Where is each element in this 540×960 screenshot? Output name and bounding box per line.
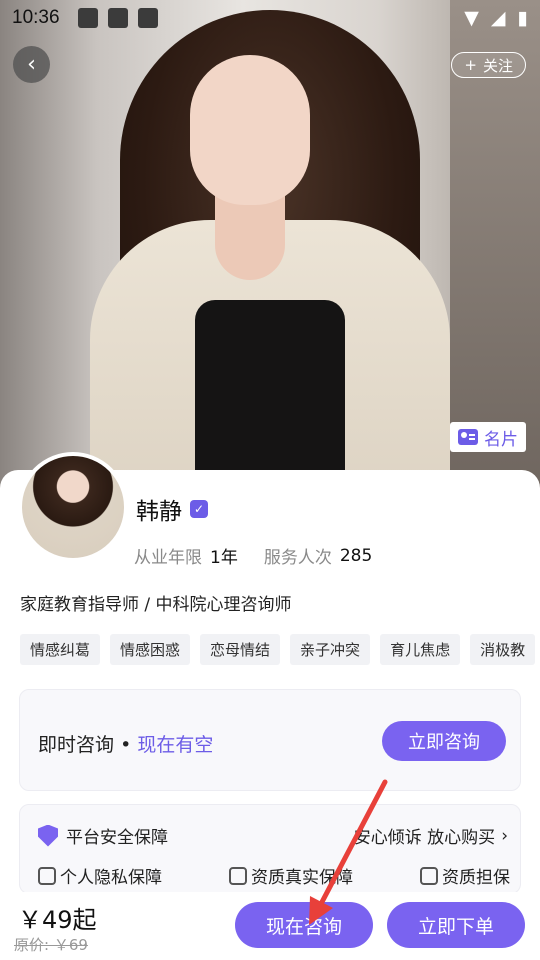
- guarantee-slogan: 安心倾诉 放心购买: [353, 828, 496, 848]
- instant-consult-button[interactable]: 立即咨询: [382, 721, 506, 761]
- consult-separator: •: [120, 734, 132, 756]
- photo-face: [190, 55, 310, 205]
- notification-icons: [77, 8, 158, 28]
- served-label: 服务人次: [263, 548, 332, 568]
- order-now-button[interactable]: 立即下单: [387, 902, 525, 948]
- shield-icon: [38, 824, 58, 847]
- business-card-label: 名片: [484, 429, 518, 450]
- specialty-tag[interactable]: 育儿焦虑: [380, 634, 461, 665]
- current-price: ￥49起: [18, 906, 97, 934]
- chevron-left-icon: ‹: [27, 52, 36, 77]
- consult-now-button[interactable]: 现在咨询: [235, 902, 373, 948]
- specialty-tag[interactable]: 情感纠葛: [20, 634, 101, 665]
- instant-consult-label: 即时咨询 • 现在有空: [38, 730, 213, 757]
- handshake-icon: [420, 866, 438, 885]
- consult-label-text: 即时咨询: [38, 734, 115, 756]
- app-icon: [137, 8, 158, 28]
- counselor-name: 韩静: [136, 499, 182, 525]
- verified-icon: ✓: [190, 500, 208, 518]
- counselor-title: 家庭教育指导师 / 中科院心理咨询师: [20, 595, 292, 615]
- specialty-tag[interactable]: 消极教: [470, 634, 536, 665]
- text-icon: [107, 8, 128, 28]
- guarantee-item-label: 资质真实保障: [251, 868, 353, 888]
- guarantee-item: 个人隐私保障: [38, 863, 162, 888]
- lock-icon: [38, 866, 56, 885]
- original-price: 原价: ￥69: [14, 936, 88, 954]
- guarantee-item: 资质真实保障: [229, 863, 353, 888]
- counselor-name-row: 韩静 ✓: [136, 492, 208, 526]
- specialty-tags: 情感纠葛 情感困惑 恋母情结 亲子冲突 育儿焦虑 消极教: [20, 634, 540, 665]
- contact-card-icon: [458, 429, 478, 445]
- battery-icon: ▮: [517, 7, 528, 29]
- plus-icon: +: [464, 56, 477, 74]
- specialty-tag[interactable]: 情感困惑: [110, 634, 191, 665]
- years-value: 1年: [210, 548, 238, 568]
- system-icons: ▼ ◢ ▮: [464, 7, 528, 29]
- availability-status: 现在有空: [137, 734, 214, 756]
- status-bar: 10:36 ▼ ◢ ▮: [0, 0, 540, 36]
- avatar[interactable]: [18, 452, 128, 562]
- guarantee-title: 平台安全保障: [66, 828, 168, 848]
- follow-label: 关注: [482, 56, 513, 75]
- bottom-action-bar: ￥49起 原价: ￥69 现在咨询 立即下单: [0, 892, 540, 960]
- signal-icon: ◢: [490, 7, 506, 29]
- guarantee-link[interactable]: 安心倾诉 放心购买 ›: [353, 823, 508, 849]
- guarantee-heading: 平台安全保障: [38, 823, 168, 848]
- status-time: 10:36: [12, 7, 60, 28]
- years-label: 从业年限: [134, 548, 202, 568]
- specialty-tag[interactable]: 亲子冲突: [290, 634, 371, 665]
- chevron-right-icon: ›: [501, 825, 508, 846]
- wifi-icon: ▼: [464, 7, 479, 29]
- guarantee-item-label: 个人隐私保障: [60, 868, 162, 888]
- gallery-icon: [77, 8, 98, 28]
- counselor-stats: 从业年限 1年 服务人次 285: [134, 543, 373, 569]
- follow-button[interactable]: + 关注: [451, 52, 526, 78]
- guarantee-items: 个人隐私保障 资质真实保障 资质担保: [38, 863, 510, 888]
- specialty-tag[interactable]: 恋母情结: [200, 634, 281, 665]
- platform-guarantee-panel[interactable]: 平台安全保障 安心倾诉 放心购买 › 个人隐私保障 资质真实保障 资质担保: [19, 804, 521, 894]
- back-button[interactable]: ‹: [13, 46, 50, 83]
- guarantee-item-label: 资质担保: [442, 868, 510, 888]
- served-value: 285: [339, 545, 373, 566]
- badge-icon: [229, 866, 247, 885]
- instant-consult-panel: 即时咨询 • 现在有空 立即咨询: [19, 689, 521, 791]
- photo-shirt: [195, 300, 345, 490]
- business-card-button[interactable]: 名片: [450, 422, 526, 452]
- guarantee-item: 资质担保: [420, 863, 510, 888]
